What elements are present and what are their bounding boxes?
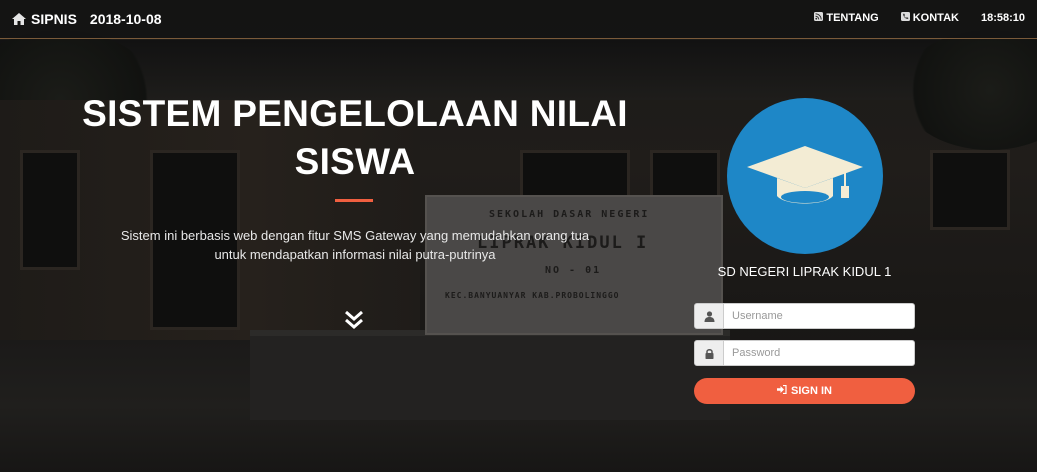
subtitle-line1: Sistem ini berbasis web dengan fitur SMS…	[120, 228, 590, 243]
school-name: SD NEGERI LIPRAK KIDUL 1	[717, 264, 892, 279]
password-group	[694, 340, 915, 366]
page-title: SISTEM PENGELOLAAN NILAI SISWA	[50, 90, 660, 186]
page-title-line1: SISTEM PENGELOLAAN NILAI	[82, 93, 628, 134]
school-logo	[727, 98, 883, 254]
brand-name: SIPNIS	[31, 11, 77, 27]
nav-kontak[interactable]: KONTAK	[900, 12, 959, 24]
current-date: 2018-10-08	[89, 11, 162, 27]
brand-link[interactable]: SIPNIS 2018-10-08	[12, 11, 162, 27]
password-input[interactable]	[724, 340, 915, 366]
subtitle-line2: untuk mendapatkan informasi nilai putra-…	[214, 247, 496, 262]
sign-in-label: SIGN IN	[791, 385, 832, 397]
home-icon	[12, 13, 26, 25]
page-subtitle: Sistem ini berbasis web dengan fitur SMS…	[80, 226, 630, 264]
double-chevron-down-icon[interactable]	[343, 309, 365, 331]
title-divider	[335, 199, 373, 202]
lock-icon	[694, 340, 724, 366]
username-input[interactable]	[724, 303, 915, 329]
graduation-cap-icon	[747, 146, 863, 204]
nav-tentang-label: TENTANG	[826, 12, 879, 24]
school-sign: SEKOLAH DASAR NEGERI LIPRAK KIDUL I NO -…	[425, 195, 723, 335]
phone-icon	[900, 12, 910, 24]
top-navbar: SIPNIS 2018-10-08 TENTANG KONTAK 18:58:1…	[0, 0, 1037, 39]
user-icon	[694, 303, 724, 329]
clock: 18:58:10	[980, 12, 1025, 24]
sign-in-button[interactable]: SIGN IN	[694, 378, 915, 404]
nav-kontak-label: KONTAK	[912, 12, 959, 24]
username-group	[694, 303, 915, 329]
rss-icon	[814, 12, 824, 24]
page-title-line2: SISWA	[294, 141, 416, 182]
sign-in-icon	[777, 384, 787, 397]
nav-tentang[interactable]: TENTANG	[814, 12, 879, 24]
